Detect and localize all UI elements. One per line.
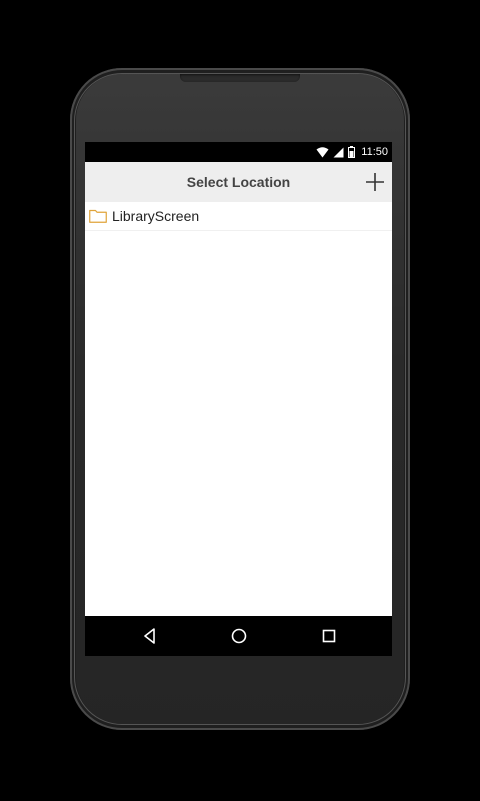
list-item[interactable]: LibraryScreen bbox=[85, 202, 392, 231]
status-bar: 11:50 bbox=[85, 142, 392, 162]
back-icon bbox=[144, 628, 155, 644]
back-button[interactable] bbox=[140, 626, 160, 646]
plus-icon bbox=[366, 173, 384, 191]
home-button[interactable] bbox=[229, 626, 249, 646]
page-title: Select Location bbox=[186, 174, 291, 190]
app-screen: 11:50 Select Location LibraryScreen bbox=[85, 142, 392, 656]
status-time: 11:50 bbox=[361, 146, 388, 158]
battery-icon bbox=[348, 146, 356, 158]
recent-apps-button[interactable] bbox=[319, 626, 339, 646]
add-location-button[interactable] bbox=[364, 171, 386, 193]
wifi-icon bbox=[316, 146, 329, 158]
folder-list: LibraryScreen bbox=[85, 202, 392, 231]
phone-speaker bbox=[180, 74, 300, 82]
device-frame: 11:50 Select Location LibraryScreen bbox=[0, 0, 480, 801]
navigation-bar bbox=[85, 616, 392, 656]
cell-signal-icon bbox=[333, 147, 344, 158]
status-icons: 11:50 bbox=[316, 145, 388, 159]
home-icon bbox=[231, 628, 247, 644]
action-bar: Select Location bbox=[85, 162, 392, 202]
folder-name: LibraryScreen bbox=[112, 208, 200, 224]
recent-apps-icon bbox=[322, 629, 336, 643]
folder-icon bbox=[89, 209, 107, 223]
